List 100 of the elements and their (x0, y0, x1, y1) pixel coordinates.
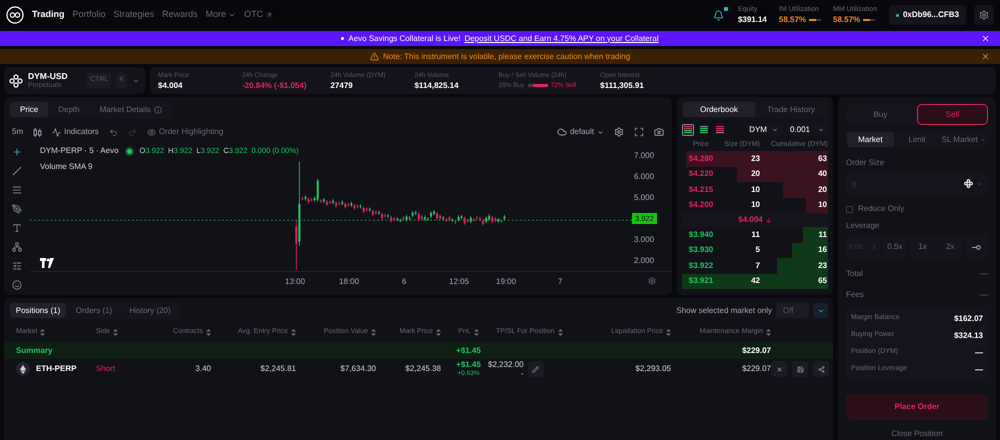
smile-icon[interactable] (12, 280, 22, 290)
order-highlighting-button[interactable]: Order Highlighting (146, 126, 224, 138)
sort-icon[interactable] (474, 328, 479, 336)
nav-link[interactable]: Trading (32, 8, 65, 22)
share-button[interactable] (813, 361, 829, 377)
expand-button[interactable] (813, 303, 828, 318)
banner-link[interactable]: Deposit USDC and Earn 4.75% APY on your Collateral (464, 32, 659, 44)
order-size-label: Order Size (846, 157, 886, 169)
candles-icon[interactable] (33, 128, 42, 136)
view-toggle[interactable] (698, 124, 710, 136)
logo-icon[interactable] (6, 6, 24, 24)
order-row[interactable]: $3.921 42 65 (682, 274, 828, 289)
line-icon[interactable] (12, 166, 22, 176)
orderbook-tab[interactable]: Orderbook (683, 102, 755, 117)
leverage-option[interactable]: 0.5x (882, 235, 908, 259)
slider-toggle[interactable] (965, 235, 988, 259)
order-total: 10 (817, 199, 828, 212)
fullscreen-icon[interactable] (634, 127, 644, 137)
table-cell-text: $2,245.81 (259, 363, 296, 375)
nav-link[interactable]: Rewards (162, 8, 198, 22)
order-size: 11 (750, 228, 760, 241)
more-menu[interactable]: More (206, 8, 236, 22)
view-toggle[interactable] (682, 124, 694, 136)
nav-link[interactable]: Portfolio (72, 8, 106, 22)
pencil-icon (532, 366, 540, 372)
bullet-icon (341, 37, 344, 40)
undo-icon[interactable] (108, 128, 118, 136)
tick-size-select[interactable]: 0.001 (786, 123, 828, 136)
sort-icon[interactable] (40, 328, 46, 336)
close-icon[interactable] (981, 52, 990, 61)
filter-toggle[interactable]: Off (776, 303, 809, 318)
sort-icon[interactable] (206, 328, 211, 336)
axis-label: 19:00 (496, 276, 516, 288)
summary-value: — (975, 346, 983, 358)
order-type-tab[interactable]: Limit (894, 132, 940, 147)
sort-icon[interactable] (766, 328, 771, 336)
asset-select[interactable]: DYM (745, 123, 782, 136)
sort-icon[interactable] (436, 328, 441, 336)
axis-label: 2.000 (633, 254, 654, 266)
sort-icon[interactable] (558, 328, 562, 336)
lines-icon[interactable] (12, 185, 22, 195)
settings-icon[interactable] (614, 127, 624, 137)
summary-value: — (975, 364, 983, 376)
total-value: — (980, 268, 988, 280)
crosshair-icon[interactable] (12, 147, 22, 157)
close-position-button[interactable] (771, 361, 787, 377)
sort-icon[interactable] (666, 328, 671, 336)
order-row[interactable]: $4.220 20 40 (682, 166, 828, 182)
positions-tab[interactable]: History (20) (122, 303, 178, 318)
summary-label: Summary (16, 344, 54, 356)
order-type-tab[interactable]: SL Market (940, 132, 988, 147)
order-total: 16 (817, 244, 828, 256)
order-row[interactable]: $4.200 10 10 (682, 198, 828, 213)
positions-tab[interactable]: Positions (1) (10, 303, 66, 318)
edit-button[interactable] (528, 361, 544, 377)
pen-icon[interactable] (12, 204, 22, 214)
order-row[interactable]: $3.940 11 11 (682, 227, 828, 242)
utilization-value: 58.57% (778, 15, 806, 25)
nav-link[interactable]: Strategies (114, 8, 154, 22)
eye-icon (146, 128, 156, 136)
table-cell-text: $2,245.38 (404, 363, 441, 375)
chevron-down-icon (772, 126, 778, 132)
order-row[interactable]: $3.930 5 16 (682, 242, 828, 258)
chart-tab[interactable]: Market Details (90, 102, 172, 117)
settings-button[interactable] (974, 5, 994, 25)
nodes-icon[interactable] (12, 242, 22, 252)
save-button[interactable] (792, 361, 808, 377)
side-tab[interactable]: Sell (917, 104, 988, 125)
sort-icon[interactable] (291, 328, 296, 336)
leverage-option[interactable]: 1x (910, 235, 936, 259)
reduce-only-checkbox[interactable] (846, 206, 853, 212)
sliders-icon[interactable] (12, 261, 22, 271)
order-type-tab[interactable]: Market (847, 132, 894, 147)
chart-tab[interactable]: Depth (48, 102, 90, 117)
sort-icon[interactable] (371, 328, 376, 336)
otc-link[interactable]: OTC (244, 8, 274, 22)
wallet-button[interactable]: 0xDb96...CFB3 (888, 5, 966, 25)
interval-button[interactable]: 5m (12, 126, 24, 138)
bell-icon[interactable] (712, 10, 724, 20)
camera-icon[interactable] (654, 127, 664, 137)
close-position-link[interactable]: Close Position (891, 428, 943, 440)
positions-tab[interactable]: Orders (1) (66, 303, 122, 318)
mid-price-row: $4.004 (682, 213, 828, 227)
order-row[interactable]: $4.215 10 20 (682, 182, 828, 198)
chart-tab[interactable]: Price (10, 102, 48, 117)
indicators-button[interactable]: Indicators (52, 126, 99, 138)
text-icon[interactable] (12, 223, 22, 233)
settings-icon[interactable] (648, 276, 656, 284)
side-tab[interactable]: Buy (846, 104, 915, 125)
orderbook-tab[interactable]: Trade History (755, 102, 827, 117)
view-toggle[interactable] (714, 124, 726, 136)
sort-icon[interactable] (113, 328, 118, 336)
leverage-option[interactable]: 2x (937, 235, 964, 259)
symbol-title: DYM-PERP · 5 · Aevo (40, 145, 119, 157)
order-row[interactable]: $3.922 7 23 (682, 258, 828, 274)
order-price: $4.200 (688, 199, 714, 212)
place-order-button[interactable]: Place Order (846, 394, 988, 420)
layout-button[interactable]: default (556, 126, 604, 138)
arrow-up-right-icon (265, 11, 274, 19)
order-row[interactable]: $4.280 23 63 (682, 151, 828, 166)
